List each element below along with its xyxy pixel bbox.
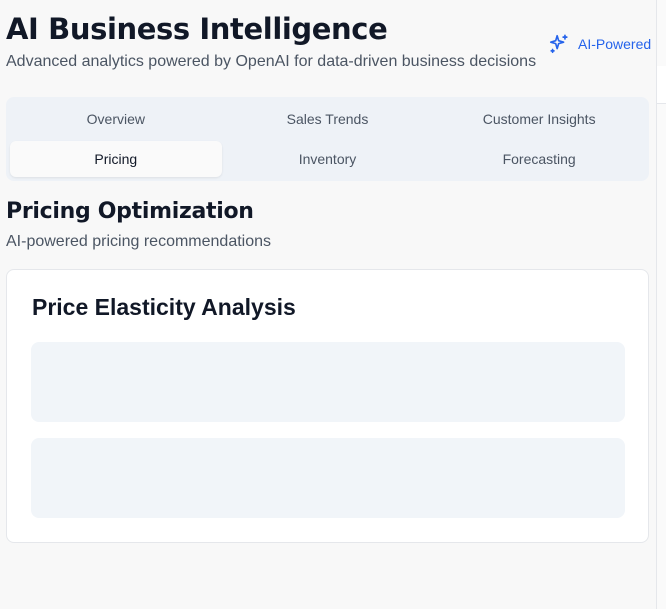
page-scrollbar[interactable] — [656, 0, 666, 609]
tab-customer-insights[interactable]: Customer Insights — [433, 101, 645, 137]
card-title: Price Elasticity Analysis — [32, 294, 296, 320]
ai-powered-label: AI-Powered — [578, 36, 652, 52]
sparkles-icon — [548, 33, 570, 55]
page-title: AI Business Intelligence — [6, 12, 388, 46]
loading-placeholder — [31, 342, 625, 422]
price-elasticity-card: Price Elasticity Analysis — [6, 269, 649, 543]
scrollbar-thumb[interactable] — [657, 66, 666, 104]
tab-inventory[interactable]: Inventory — [222, 141, 434, 177]
ai-powered-badge: AI-Powered — [548, 32, 651, 56]
section-title: Pricing Optimization — [6, 199, 254, 224]
analysis-tabs: Overview Sales Trends Customer Insights … — [6, 97, 649, 181]
tab-forecasting[interactable]: Forecasting — [433, 141, 645, 177]
loading-placeholder — [31, 438, 625, 518]
page-subtitle: Advanced analytics powered by OpenAI for… — [6, 53, 537, 70]
tab-sales-trends[interactable]: Sales Trends — [222, 101, 434, 137]
tab-overview[interactable]: Overview — [10, 101, 222, 137]
section-subtitle: AI-powered pricing recommendations — [6, 233, 272, 250]
tab-pricing[interactable]: Pricing — [10, 141, 222, 177]
